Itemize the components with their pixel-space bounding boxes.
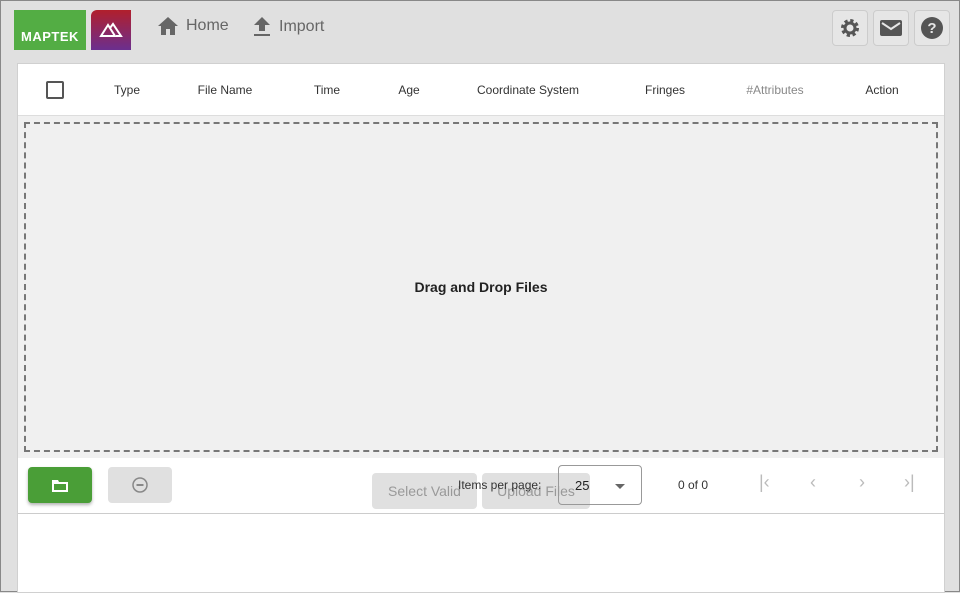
col-fringes[interactable]: Fringes (645, 83, 685, 97)
mail-button[interactable] (873, 10, 909, 46)
col-age[interactable]: Age (398, 83, 419, 97)
help-icon: ? (921, 17, 943, 39)
page-size-select[interactable]: 25 (558, 465, 642, 505)
app-header: MAPTEK Home Import ? (1, 1, 960, 61)
next-page-icon[interactable]: › (859, 472, 865, 493)
gear-icon (841, 19, 859, 37)
first-page-icon[interactable]: |‹ (759, 472, 770, 493)
select-all-checkbox[interactable] (46, 81, 64, 99)
mail-icon (880, 20, 902, 36)
col-attributes: #Attributes (746, 83, 804, 97)
table-toolbar: Items per page: 25 0 of 0 |‹ ‹ › ›| (18, 458, 944, 514)
col-type[interactable]: Type (114, 83, 140, 97)
browse-files-button[interactable] (28, 467, 92, 503)
col-action: Action (865, 83, 899, 97)
dropdown-arrow-icon (615, 484, 625, 489)
page-range: 0 of 0 (678, 478, 709, 492)
app-logo[interactable] (91, 10, 131, 50)
nav-home[interactable]: Home (158, 17, 229, 35)
folder-icon (52, 479, 68, 492)
prev-page-icon[interactable]: ‹ (810, 472, 816, 493)
last-page-icon[interactable]: ›| (904, 472, 915, 493)
home-icon (158, 17, 178, 35)
col-file-name[interactable]: File Name (198, 83, 253, 97)
nav-import-label: Import (279, 18, 325, 35)
dropzone-label: Drag and Drop Files (414, 279, 548, 295)
dropzone-area[interactable]: Drag and Drop Files (18, 116, 944, 458)
nav-home-label: Home (186, 17, 229, 34)
page-size-value: 25 (575, 478, 590, 493)
settings-button[interactable] (832, 10, 868, 46)
dropzone[interactable]: Drag and Drop Files (24, 122, 938, 452)
help-button[interactable]: ? (914, 10, 950, 46)
maptek-logo: MAPTEK (14, 10, 86, 50)
svg-text:?: ? (927, 20, 936, 37)
table-header: Type File Name Time Age Coordinate Syste… (18, 64, 944, 116)
remove-button[interactable] (108, 467, 172, 503)
nav-import[interactable]: Import (253, 17, 324, 37)
upload-icon (254, 17, 270, 36)
col-time[interactable]: Time (314, 83, 340, 97)
items-per-page-label: Items per page: (458, 478, 542, 492)
file-table-card: Type File Name Time Age Coordinate Syste… (17, 63, 945, 593)
col-coordinate-system[interactable]: Coordinate System (477, 83, 579, 97)
remove-circle-icon (132, 477, 148, 493)
